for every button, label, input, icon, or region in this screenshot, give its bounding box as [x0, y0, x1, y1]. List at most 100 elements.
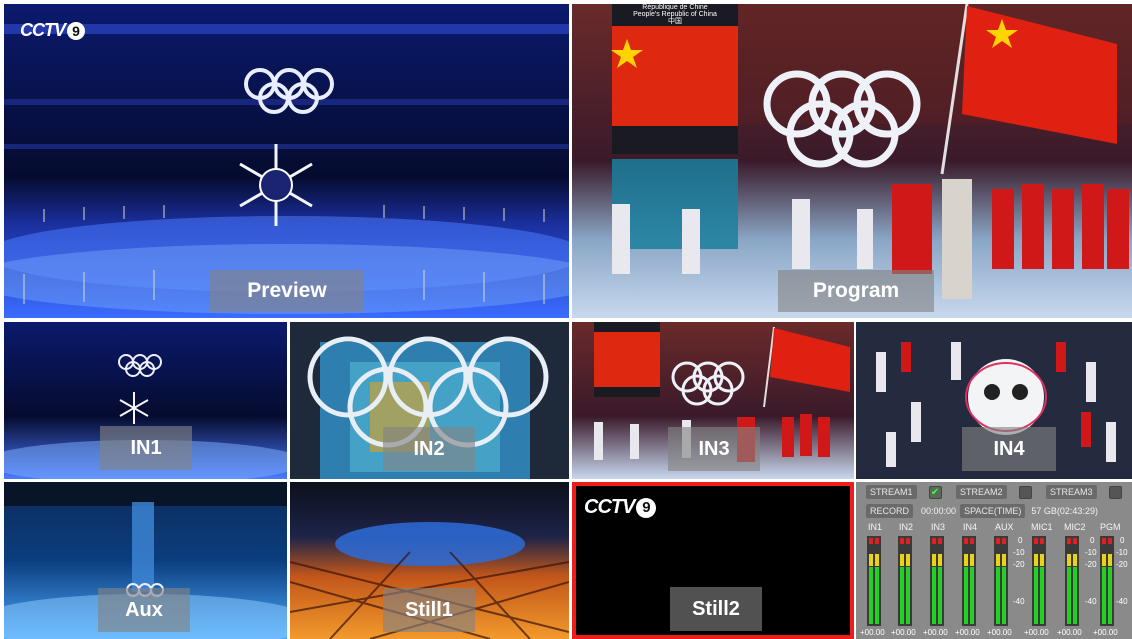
program-label: Program: [778, 270, 934, 312]
meter-green-segment: [932, 567, 936, 624]
scale-10: -10: [1013, 548, 1025, 557]
meter-red-segment: [869, 538, 873, 544]
in1-label: IN1: [100, 426, 192, 470]
record-time: 00:00:00: [921, 506, 957, 516]
meter-green-segment: [1067, 567, 1071, 624]
space-time-label: SPACE(TIME): [960, 504, 1026, 518]
in3-label: IN3: [668, 427, 760, 471]
gain-in2: +00.00: [891, 628, 916, 637]
meter-green-segment: [1073, 567, 1077, 624]
meter-red-segment: [906, 538, 910, 544]
meter-red-segment: [900, 538, 904, 544]
meter-mic1: [1032, 536, 1046, 626]
meter-green-segment: [1108, 567, 1112, 624]
gain-mic2: +00.00: [1057, 628, 1082, 637]
meter-green-segment: [869, 567, 873, 624]
meter-red-segment: [1108, 538, 1112, 544]
scale-10: -10: [1116, 548, 1128, 557]
gain-mic1: +00.00: [1024, 628, 1049, 637]
meter-green-segment: [938, 567, 942, 624]
banner-line1: République de Chine: [642, 4, 708, 11]
still1-label: Still1: [383, 588, 475, 632]
channel-label-in2: IN2: [899, 522, 914, 532]
meter-yellow-segment: [996, 554, 1000, 566]
channel-label-pgm: PGM: [1100, 522, 1121, 532]
stream1-button[interactable]: STREAM1: [866, 485, 917, 499]
scale-40: -40: [1013, 597, 1025, 606]
logo-number: 9: [67, 21, 85, 40]
banner-line3: 中国: [668, 18, 682, 25]
meter-red-segment: [970, 538, 974, 544]
logo-text: CCTV: [20, 20, 66, 40]
aux-monitor[interactable]: Aux: [4, 482, 287, 639]
still1-monitor[interactable]: Still1: [290, 482, 569, 639]
stream2-checkbox[interactable]: [1018, 485, 1032, 499]
scale-20: -20: [1085, 560, 1097, 569]
scale-40: -40: [1116, 597, 1128, 606]
meter-green-segment: [1102, 567, 1106, 624]
meter-yellow-segment: [1102, 554, 1106, 566]
meter-yellow-segment: [1067, 554, 1071, 566]
meter-aux: [994, 536, 1008, 626]
program-monitor[interactable]: République de Chine People's Republic of…: [572, 4, 1132, 318]
stream3-button[interactable]: STREAM3: [1046, 485, 1097, 499]
meter-red-segment: [932, 538, 936, 544]
meter-in3: [930, 536, 944, 626]
meter-yellow-segment: [938, 554, 942, 566]
meter-mic2: [1065, 536, 1079, 626]
meter-green-segment: [1034, 567, 1038, 624]
scale-20: -20: [1013, 560, 1025, 569]
stream3-checkbox[interactable]: [1108, 485, 1122, 499]
meter-pgm: [1100, 536, 1114, 626]
gain-pgm: +00.00: [1093, 628, 1118, 637]
input-in3-monitor[interactable]: IN3: [572, 322, 854, 479]
still2-cctv9-logo: CCTV 9: [584, 496, 657, 519]
meter-red-segment: [1002, 538, 1006, 544]
meter-yellow-segment: [1002, 554, 1006, 566]
meter-in2: [898, 536, 912, 626]
stream2-button[interactable]: STREAM2: [956, 485, 1007, 499]
cctv9-logo: CCTV 9: [20, 20, 85, 41]
meter-green-segment: [964, 567, 968, 624]
meter-green-segment: [970, 567, 974, 624]
channel-label-mic2: MIC2: [1064, 522, 1086, 532]
scale-0: 0: [1090, 536, 1095, 545]
banner-line2: People's Republic of China: [633, 11, 717, 18]
meter-red-segment: [1067, 538, 1071, 544]
still2-logo-number: 9: [636, 497, 657, 518]
record-button[interactable]: RECORD: [866, 504, 914, 518]
stream2-control: STREAM2: [956, 484, 1032, 500]
input-in4-monitor[interactable]: IN4: [856, 322, 1132, 479]
meter-green-segment: [906, 567, 910, 624]
in4-label: IN4: [962, 427, 1056, 471]
meter-red-segment: [1102, 538, 1106, 544]
meter-red-segment: [996, 538, 1000, 544]
input-in1-monitor[interactable]: IN1: [4, 322, 287, 479]
in2-label: IN2: [383, 427, 475, 471]
meter-red-segment: [875, 538, 879, 544]
meter-green-segment: [996, 567, 1000, 624]
gain-in4: +00.00: [955, 628, 980, 637]
stream3-control: STREAM3: [1046, 484, 1122, 500]
input-in2-monitor[interactable]: IN2: [290, 322, 569, 479]
meter-red-segment: [964, 538, 968, 544]
channel-label-in1: IN1: [868, 522, 883, 532]
scale-20: -20: [1116, 560, 1128, 569]
meter-red-segment: [938, 538, 942, 544]
meter-green-segment: [1040, 567, 1044, 624]
meter-red-segment: [1073, 538, 1077, 544]
still2-monitor[interactable]: CCTV 9 Still2: [572, 482, 854, 639]
meter-in1: [867, 536, 881, 626]
still2-label: Still2: [670, 587, 762, 631]
scale-40: -40: [1085, 597, 1097, 606]
gain-in3: +00.00: [923, 628, 948, 637]
meter-red-segment: [1040, 538, 1044, 544]
scale-10: -10: [1085, 548, 1097, 557]
meter-green-segment: [1002, 567, 1006, 624]
stream1-checkbox[interactable]: ✔: [928, 485, 942, 499]
space-time-value: 57 GB(02:43:29): [1031, 506, 1098, 516]
preview-monitor[interactable]: CCTV 9 Preview: [4, 4, 569, 318]
scale-0: 0: [1018, 536, 1023, 545]
channel-label-in3: IN3: [931, 522, 946, 532]
scale-0: 0: [1120, 536, 1125, 545]
